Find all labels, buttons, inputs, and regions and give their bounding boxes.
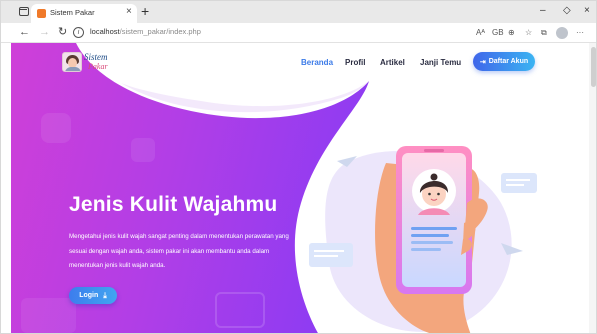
- url-path: /sistem_pakar/index.php: [119, 27, 201, 36]
- back-arrow-icon[interactable]: ←: [19, 25, 30, 39]
- hero-title: Jenis Kulit Wajahmu: [69, 193, 278, 216]
- favicon-icon: [37, 9, 46, 18]
- forward-arrow-icon[interactable]: →: [39, 25, 50, 39]
- url-field[interactable]: i localhost/sistem_pakar/index.php: [73, 26, 473, 40]
- nav-link-janji-temu[interactable]: Janji Temu: [420, 58, 461, 67]
- url-host: localhost: [90, 27, 120, 36]
- close-window-button[interactable]: ×: [584, 5, 590, 17]
- sign-in-icon: ⇥: [479, 58, 486, 66]
- page-scrollbar[interactable]: [589, 43, 596, 333]
- font-size-icon[interactable]: GB: [492, 27, 504, 39]
- minimize-button[interactable]: –: [540, 5, 546, 17]
- web-page: Sistem Pakar Beranda Profil Artikel Janj…: [1, 43, 596, 333]
- tab-strip: Sistem Pakar × + – ◇ ×: [1, 1, 596, 23]
- daftar-akun-label: Daftar Akun: [488, 58, 529, 65]
- more-menu-icon[interactable]: ···: [576, 27, 584, 39]
- daftar-akun-button[interactable]: ⇥ Daftar Akun: [473, 52, 535, 71]
- chat-bubble-icon: [501, 173, 537, 193]
- tab-title: Sistem Pakar: [50, 8, 95, 17]
- tracking-icon[interactable]: ⊕: [508, 27, 515, 39]
- tab-sistem-pakar[interactable]: Sistem Pakar ×: [31, 4, 137, 23]
- logo-text-sistem: Sistem: [84, 52, 108, 62]
- login-button[interactable]: Login ⤓: [69, 287, 117, 304]
- site-navbar: Sistem Pakar Beranda Profil Artikel Janj…: [1, 43, 596, 83]
- read-aloud-icon[interactable]: Aᴬ: [476, 27, 485, 39]
- download-icon: ⤓: [103, 290, 107, 300]
- maximize-button[interactable]: ◇: [563, 5, 571, 17]
- deco-square: [41, 113, 71, 143]
- tab-actions-icon[interactable]: [19, 7, 29, 16]
- refresh-icon[interactable]: ↻: [58, 25, 67, 39]
- collections-icon[interactable]: ⧉: [541, 27, 547, 39]
- deco-square: [21, 298, 76, 333]
- deco-square: [131, 138, 155, 162]
- browser-window: Sistem Pakar × + – ◇ × ← → ↻ i localhost…: [0, 0, 597, 334]
- new-tab-button[interactable]: +: [141, 3, 149, 19]
- nav-link-profil[interactable]: Profil: [345, 58, 365, 67]
- nav-link-beranda[interactable]: Beranda: [301, 58, 333, 67]
- site-logo[interactable]: Sistem Pakar: [62, 52, 122, 74]
- hero-description: Mengetahui jenis kulit wajah sangat pent…: [69, 233, 289, 269]
- favorites-star-icon[interactable]: ☆: [525, 27, 532, 39]
- site-info-icon[interactable]: i: [73, 27, 84, 38]
- login-label: Login: [79, 292, 99, 299]
- scrollbar-thumb[interactable]: [591, 47, 596, 87]
- url-text: localhost/sistem_pakar/index.php: [90, 27, 201, 36]
- address-bar: ← → ↻ i localhost/sistem_pakar/index.php…: [1, 23, 596, 43]
- tab-close-icon[interactable]: ×: [126, 6, 132, 18]
- logo-avatar-icon: [62, 52, 82, 72]
- nav-link-artikel[interactable]: Artikel: [380, 58, 405, 67]
- hero-gradient-shape: [11, 43, 369, 333]
- profile-avatar-icon[interactable]: [556, 27, 568, 39]
- logo-text-pakar: Pakar: [88, 62, 108, 71]
